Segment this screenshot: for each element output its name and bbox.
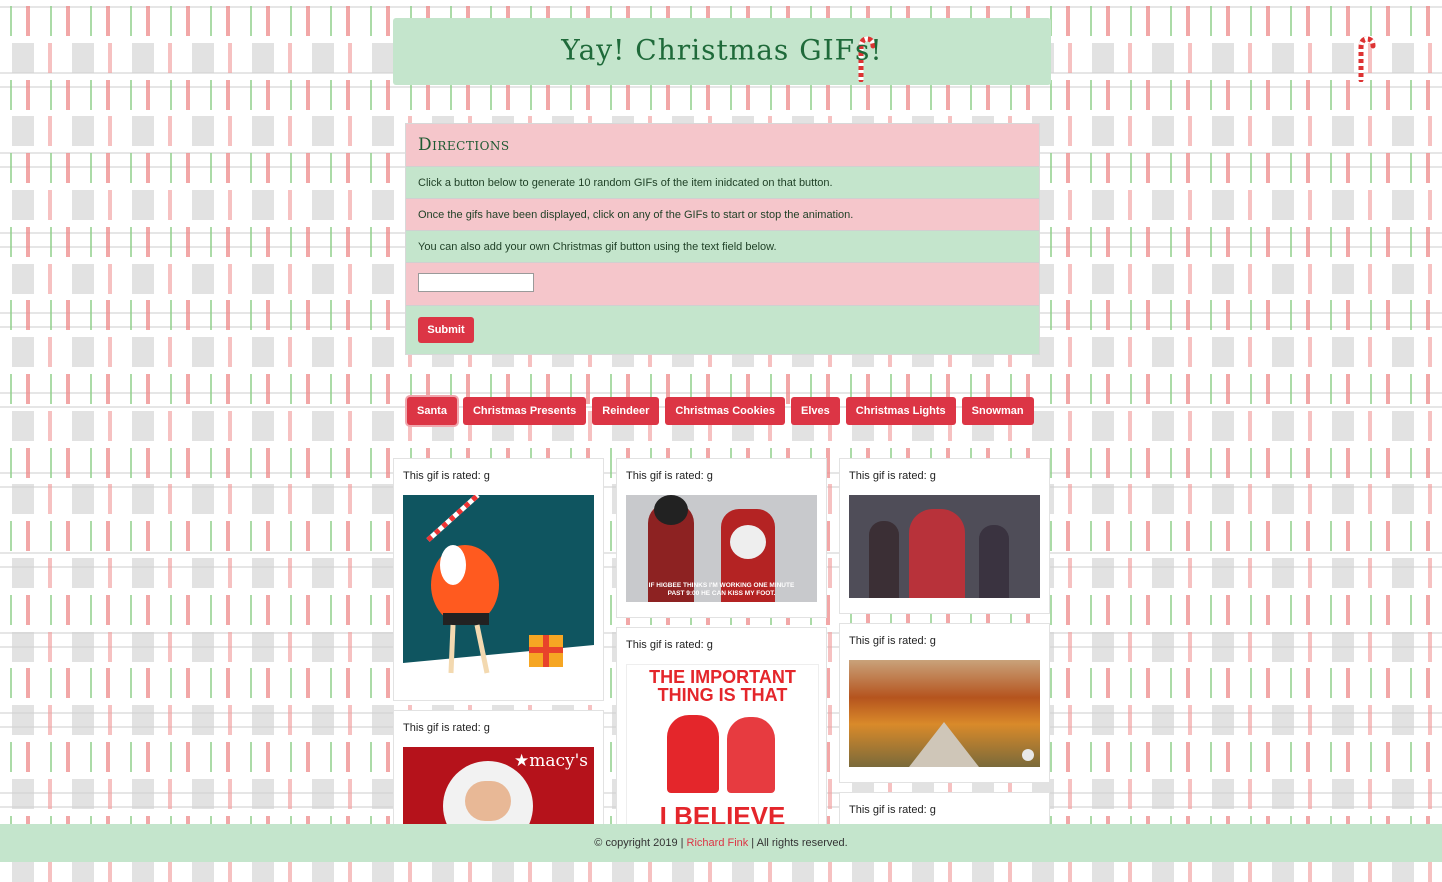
site-footer: © copyright 2019 | Richard Fink | All ri…	[0, 824, 1442, 862]
santa-reflection	[727, 717, 775, 793]
topic-button-christmas-presents[interactable]: Christmas Presents	[462, 397, 587, 425]
directions-text: You can also add your own Christmas gif …	[418, 240, 777, 253]
topic-button-christmas-lights[interactable]: Christmas Lights	[845, 397, 956, 425]
elf-hat	[654, 495, 688, 525]
giphy-badge-icon	[1022, 749, 1034, 761]
gif-card: This gif is rated: g IF HIGBEE THINKS I'…	[616, 458, 827, 618]
site-header: Yay! Christmas GIFs!	[393, 18, 1376, 85]
directions-panel: Directions Click a button below to gener…	[405, 123, 1040, 355]
gif-rating: This gif is rated: g	[626, 470, 713, 482]
gif-rating: This gif is rated: g	[403, 722, 490, 734]
topic-button-christmas-cookies[interactable]: Christmas Cookies	[665, 397, 786, 425]
topic-button-reindeer[interactable]: Reindeer	[592, 397, 660, 425]
crowd-figure	[869, 521, 899, 598]
author-link[interactable]: Richard Fink	[687, 837, 749, 849]
page-title: Yay! Christmas GIFs!	[561, 33, 883, 67]
gif-rating: This gif is rated: g	[626, 639, 713, 651]
gif-image-elf-movie[interactable]: IF HIGBEE THINKS I'M WORKING ONE MINUTE …	[626, 495, 817, 602]
santa-beard	[730, 525, 766, 559]
topic-button-snowman[interactable]: Snowman	[961, 397, 1034, 425]
gif-card: This gif is rated: g THE IMPORTANT THING…	[616, 627, 827, 836]
directions-heading: Directions	[418, 135, 510, 155]
gif-rating: This gif is rated: g	[849, 804, 936, 816]
gif-image-autumn-road[interactable]	[849, 660, 1040, 767]
copyright-text: © copyright 2019 |	[594, 837, 684, 849]
brand-logo: ★macy's	[513, 751, 588, 771]
santa-figure	[909, 509, 965, 598]
directions-heading-row: Directions	[406, 124, 1039, 167]
gif-card: This gif is rated: g ★macy's	[393, 710, 604, 837]
topic-button-row: Santa Christmas Presents Reindeer Christ…	[407, 397, 1034, 427]
gif-image-i-believe[interactable]: THE IMPORTANT THING IS THAT I BELIEVE	[626, 664, 819, 836]
gif-image-santa-crowd[interactable]	[849, 495, 1040, 598]
gif-card: This gif is rated: g	[393, 458, 604, 701]
road-shape	[909, 722, 979, 767]
submit-button[interactable]: Submit	[418, 317, 474, 343]
directions-text: Once the gifs have been displayed, click…	[418, 208, 854, 221]
input-row	[406, 263, 1039, 306]
candy-cane-icon	[1358, 36, 1376, 82]
gif-rating: This gif is rated: g	[403, 470, 490, 482]
santa-face	[465, 781, 511, 821]
rights-text: | All rights reserved.	[751, 837, 848, 849]
new-gif-button-input[interactable]	[418, 273, 534, 292]
crowd-figure	[979, 525, 1009, 598]
topic-button-elves[interactable]: Elves	[791, 397, 840, 425]
directions-item: Once the gifs have been displayed, click…	[406, 199, 1039, 231]
directions-item: Click a button below to generate 10 rand…	[406, 167, 1039, 199]
gif-rating: This gif is rated: g	[849, 470, 936, 482]
topic-button-santa[interactable]: Santa	[407, 397, 457, 425]
gif-caption: IF HIGBEE THINKS I'M WORKING ONE MINUTE …	[648, 582, 795, 597]
gif-card: This gif is rated: g	[839, 458, 1050, 614]
directions-text: Click a button below to generate 10 rand…	[418, 176, 833, 189]
gif-rating: This gif is rated: g	[849, 635, 936, 647]
gif-caption-line: THING IS THAT	[657, 685, 788, 705]
santa-figure	[667, 715, 719, 793]
gif-image-santa-dancing[interactable]	[403, 495, 594, 685]
santa-illustration	[403, 495, 594, 685]
directions-item: You can also add your own Christmas gif …	[406, 231, 1039, 263]
submit-row: Submit	[406, 306, 1039, 354]
gif-card: This gif is rated: g	[839, 623, 1050, 783]
